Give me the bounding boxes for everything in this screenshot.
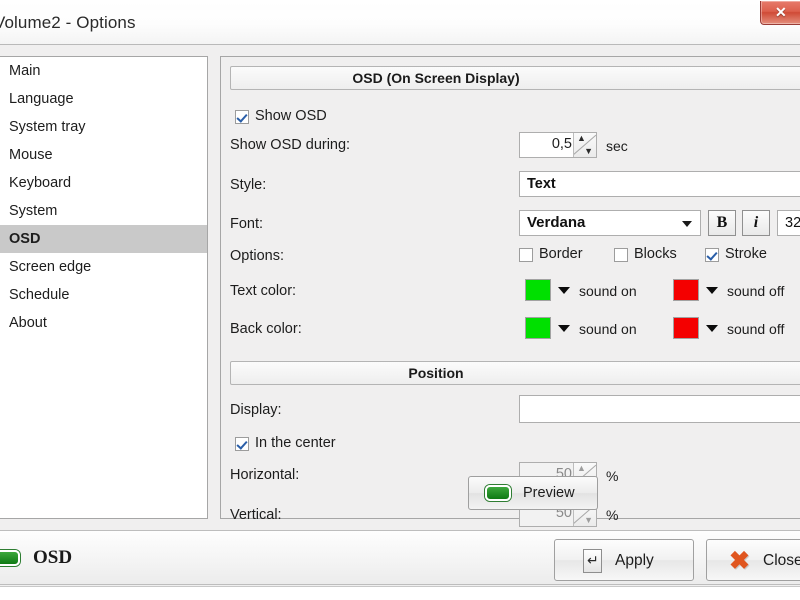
sidebar-item-screen-edge[interactable]: Screen edge: [0, 253, 207, 281]
style-label: Style:: [230, 177, 267, 193]
style-field[interactable]: Text: [519, 171, 800, 197]
back-color-sound-off-swatch[interactable]: [673, 317, 699, 339]
window-footer-strip: [0, 586, 800, 600]
sidebar-item-schedule[interactable]: Schedule: [0, 281, 207, 309]
sidebar-item-mouse[interactable]: Mouse: [0, 141, 207, 169]
sidebar-item-main[interactable]: Main: [0, 57, 207, 85]
apply-button[interactable]: Apply: [554, 539, 694, 581]
text-color-sound-on-swatch[interactable]: [525, 279, 551, 301]
duration-unit: sec: [606, 138, 628, 154]
sidebar-item-keyboard[interactable]: Keyboard: [0, 169, 207, 197]
apply-button-label: Apply: [615, 552, 654, 569]
vertical-label: Vertical:: [230, 507, 282, 523]
back-color-sound-on-swatch[interactable]: [525, 317, 551, 339]
volume-indicator-icon: [485, 485, 511, 501]
duration-label: Show OSD during:: [230, 137, 351, 153]
spinner-down-icon[interactable]: ▼: [584, 147, 593, 156]
options-window: Volume2 - Options ✕ Main Language System…: [0, 0, 800, 600]
sidebar-item-about[interactable]: About: [0, 309, 207, 337]
show-osd-label: Show OSD: [255, 108, 327, 124]
text-color-label: Text color:: [230, 283, 297, 299]
text-color-sound-on-label: sound on: [579, 283, 637, 299]
options-label: Options:: [230, 248, 284, 264]
close-icon: ✕: [775, 4, 787, 20]
font-size-field[interactable]: 32: [777, 210, 800, 236]
osd-settings-panel: OSD (On Screen Display) Show OSD Show OS…: [220, 56, 800, 527]
spinner-up-icon[interactable]: ▲: [577, 464, 586, 473]
position-group-header: Position: [230, 361, 800, 385]
option-border-checkbox[interactable]: [519, 248, 533, 262]
back-color-sound-on-label: sound on: [579, 321, 637, 337]
option-stroke-checkbox[interactable]: [705, 248, 719, 262]
sidebar-item-osd[interactable]: OSD: [0, 225, 207, 253]
text-color-sound-on-caret-icon[interactable]: [558, 287, 570, 294]
status-label: OSD: [33, 547, 73, 568]
font-bold-button[interactable]: B: [708, 210, 736, 236]
option-blocks-checkbox[interactable]: [614, 248, 628, 262]
preview-button-label: Preview: [523, 485, 575, 501]
window-close-button[interactable]: ✕: [760, 1, 800, 25]
in-the-center-label: In the center: [255, 435, 336, 451]
close-button-label: Close: [763, 552, 800, 569]
text-color-sound-off-caret-icon[interactable]: [706, 287, 718, 294]
text-color-sound-off-label: sound off: [727, 283, 785, 299]
window-title: Volume2 - Options: [0, 13, 136, 32]
apply-icon: [583, 549, 602, 573]
font-family-value: Verdana: [527, 214, 586, 231]
font-family-combo[interactable]: Verdana: [519, 210, 701, 236]
duration-value: 0,5: [551, 136, 572, 152]
close-button[interactable]: ✖ Close: [706, 539, 800, 581]
sidebar-item-system-tray[interactable]: System tray: [0, 113, 207, 141]
font-italic-button[interactable]: i: [742, 210, 770, 236]
show-osd-checkbox[interactable]: [235, 110, 249, 124]
status-volume-icon: [0, 550, 20, 566]
back-color-sound-off-label: sound off: [727, 321, 785, 337]
preview-button[interactable]: Preview: [468, 476, 598, 510]
back-color-sound-on-caret-icon[interactable]: [558, 325, 570, 332]
sidebar-item-system[interactable]: System: [0, 197, 207, 225]
spinner-down-icon[interactable]: ▼: [584, 516, 593, 525]
display-label: Display:: [230, 402, 282, 418]
duration-spinner-buttons[interactable]: ▲ ▼: [573, 133, 596, 157]
in-the-center-checkbox[interactable]: [235, 437, 249, 451]
text-color-sound-off-swatch[interactable]: [673, 279, 699, 301]
spinner-up-icon[interactable]: ▲: [577, 134, 586, 143]
horizontal-label: Horizontal:: [230, 467, 300, 483]
sidebar-item-language[interactable]: Language: [0, 85, 207, 113]
dialog-body: Main Language System tray Mouse Keyboard…: [0, 45, 800, 530]
close-x-icon: ✖: [729, 547, 750, 575]
osd-group-header: OSD (On Screen Display): [230, 66, 800, 90]
back-color-label: Back color:: [230, 321, 302, 337]
vertical-unit: %: [606, 507, 619, 523]
option-border-label: Border: [539, 246, 583, 262]
display-field[interactable]: [519, 395, 800, 423]
settings-category-list[interactable]: Main Language System tray Mouse Keyboard…: [0, 56, 208, 519]
option-stroke-label: Stroke: [725, 246, 767, 262]
window-title-bar: Volume2 - Options ✕: [0, 0, 800, 45]
option-blocks-label: Blocks: [634, 246, 677, 262]
duration-spinner[interactable]: 0,5 ▲ ▼: [519, 132, 597, 158]
chevron-down-icon: [682, 221, 692, 227]
horizontal-unit: %: [606, 468, 619, 484]
font-label: Font:: [230, 216, 264, 232]
back-color-sound-off-caret-icon[interactable]: [706, 325, 718, 332]
